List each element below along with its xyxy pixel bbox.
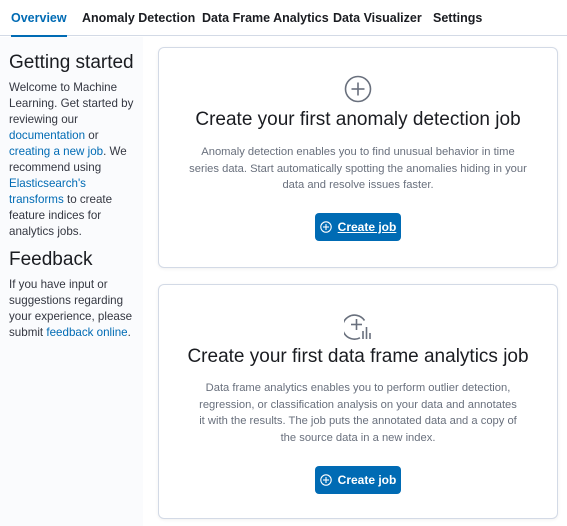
data-frame-analytics-card: Create your first data frame analytics j… bbox=[158, 284, 558, 519]
plus-in-circle-icon bbox=[319, 221, 332, 233]
getting-started-title: Getting started bbox=[9, 52, 134, 73]
create-dfa-job-button[interactable]: Create job bbox=[315, 466, 401, 494]
create-new-job-link[interactable]: creating a new job bbox=[9, 145, 103, 158]
tab-settings[interactable]: Settings bbox=[433, 0, 482, 36]
sidebar: Getting started Welcome to Machine Learn… bbox=[0, 37, 143, 526]
create-anomaly-job-label: Create job bbox=[337, 220, 397, 234]
getting-started-text-2: or bbox=[85, 129, 99, 142]
anomaly-card-description: Anomaly detection enables you to find un… bbox=[189, 146, 527, 191]
dfa-card-description: Data frame analytics enables you to perf… bbox=[199, 382, 517, 444]
anomaly-detection-card: Create your first anomaly detection job … bbox=[158, 47, 558, 268]
main-tabs: Overview Anomaly Detection Data Frame An… bbox=[0, 0, 567, 37]
feedback-title: Feedback bbox=[9, 249, 93, 270]
tab-data-visualizer[interactable]: Data Visualizer bbox=[333, 0, 422, 36]
plus-in-circle-icon bbox=[344, 75, 372, 103]
tab-anomaly-detection[interactable]: Anomaly Detection bbox=[82, 0, 195, 36]
feedback-online-link[interactable]: feedback online bbox=[46, 326, 127, 339]
create-dfa-job-label: Create job bbox=[337, 473, 397, 487]
feedback-text-2: . bbox=[127, 326, 131, 339]
getting-started-text-1: Welcome to Machine Learning. Get started… bbox=[9, 81, 134, 126]
tab-data-frame-analytics[interactable]: Data Frame Analytics bbox=[202, 0, 329, 36]
dfa-card-title: Create your first data frame analytics j… bbox=[187, 346, 529, 367]
getting-started-text: Welcome to Machine Learning. Get started… bbox=[9, 80, 142, 240]
anomaly-card-title: Create your first anomaly detection job bbox=[195, 109, 521, 130]
tab-overview[interactable]: Overview bbox=[11, 0, 67, 37]
feedback-text: If you have input or suggestions regardi… bbox=[9, 277, 142, 341]
create-anomaly-job-button[interactable]: Create job bbox=[315, 213, 401, 241]
documentation-link[interactable]: documentation bbox=[9, 129, 85, 142]
plus-in-circle-icon bbox=[319, 474, 332, 486]
analytics-plus-icon bbox=[344, 314, 371, 340]
